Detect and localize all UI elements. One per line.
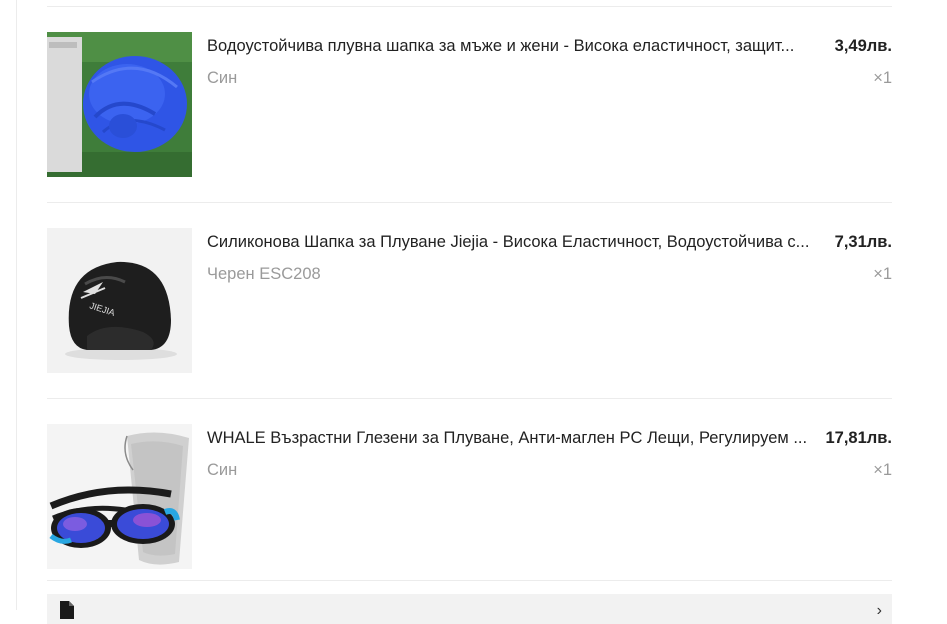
product-variant: Син <box>207 461 238 479</box>
invoice-download-row[interactable]: › <box>47 594 892 624</box>
blue-swim-cap-image <box>47 32 192 177</box>
product-thumbnail[interactable]: JIEJIA <box>47 228 192 373</box>
product-thumbnail[interactable] <box>47 32 192 177</box>
product-price: 7,31лв. <box>834 233 892 251</box>
order-item[interactable]: JIEJIA Силиконова Шапка за Плуване Jieji… <box>47 228 892 374</box>
product-thumbnail[interactable] <box>47 424 192 569</box>
swim-goggles-image <box>47 424 192 569</box>
order-item[interactable]: Водоустойчива плувна шапка за мъже и жен… <box>47 32 892 178</box>
top-divider <box>47 6 892 7</box>
product-title[interactable]: Силиконова Шапка за Плуване Jiejia - Вис… <box>207 232 829 252</box>
product-title[interactable]: Водоустойчива плувна шапка за мъже и жен… <box>207 36 829 56</box>
left-divider <box>16 0 17 610</box>
product-quantity: ×1 <box>873 461 892 479</box>
item-divider <box>47 398 892 399</box>
document-icon <box>60 601 74 619</box>
item-divider <box>47 580 892 581</box>
product-quantity: ×1 <box>873 69 892 87</box>
product-quantity: ×1 <box>873 265 892 283</box>
order-items-panel: Водоустойчива плувна шапка за мъже и жен… <box>0 0 947 624</box>
product-variant: Син <box>207 69 238 87</box>
black-swim-cap-image: JIEJIA <box>47 228 192 373</box>
product-price: 17,81лв. <box>825 429 893 447</box>
chevron-right-icon: › <box>876 602 882 619</box>
product-title[interactable]: WHALE Възрастни Глезени за Плуване, Анти… <box>207 428 829 448</box>
product-price: 3,49лв. <box>834 37 892 55</box>
item-divider <box>47 202 892 203</box>
order-item[interactable]: WHALE Възрастни Глезени за Плуване, Анти… <box>47 424 892 570</box>
product-variant: Черен ESC208 <box>207 265 321 283</box>
